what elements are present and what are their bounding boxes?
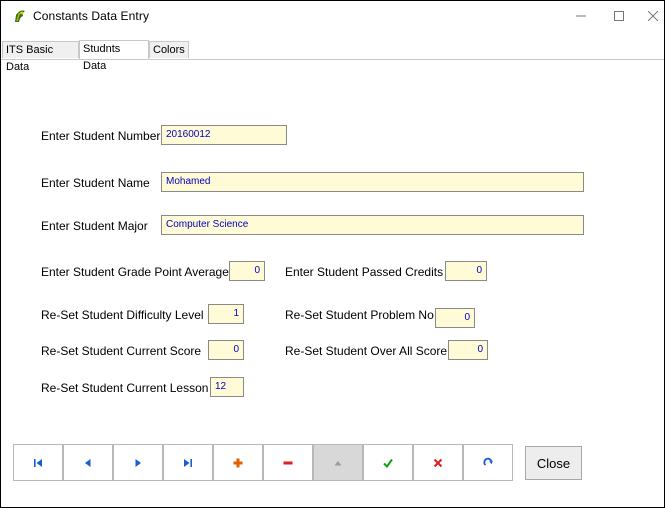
gpa-label: Enter Student Grade Point Average — [41, 265, 229, 279]
passed-credits-field[interactable]: 0 — [445, 261, 487, 281]
student-major-label: Enter Student Major — [41, 219, 148, 233]
student-name-label: Enter Student Name — [41, 176, 150, 190]
tab-studnts-data[interactable]: Studnts Data — [79, 40, 149, 72]
post-record-button[interactable] — [363, 444, 413, 481]
problem-no-label: Re-Set Student Problem No — [285, 308, 434, 322]
app-logo-icon — [15, 10, 25, 22]
minimize-icon — [576, 15, 586, 17]
student-name-field[interactable]: Mohamed — [161, 172, 584, 192]
current-lesson-label: Re-Set Student Current Lesson — [41, 381, 209, 395]
close-button[interactable]: Close — [525, 446, 582, 480]
overall-score-field[interactable]: 0 — [448, 340, 488, 360]
delete-minus-icon — [283, 461, 293, 464]
difficulty-level-label: Re-Set Student Difficulty Level — [41, 308, 204, 322]
window-title: Constants Data Entry — [33, 9, 150, 23]
close-icon — [648, 11, 658, 21]
student-number-field[interactable]: 20160012 — [161, 125, 287, 145]
overall-score-label: Re-Set Student Over All Score — [285, 344, 448, 358]
delete-record-button[interactable] — [263, 444, 313, 481]
tab-its-basic-data[interactable]: ITS Basic Data — [2, 41, 79, 73]
student-number-label: Enter Student Number — [41, 129, 161, 143]
edit-up-icon — [334, 460, 342, 465]
edit-record-button[interactable] — [313, 444, 363, 481]
prior-record-icon — [85, 458, 91, 467]
insert-record-button[interactable] — [213, 444, 263, 481]
close-window-button[interactable] — [639, 4, 665, 28]
maximize-icon — [614, 11, 624, 21]
current-lesson-field[interactable]: 12 — [210, 377, 244, 397]
refresh-button[interactable] — [463, 444, 513, 481]
passed-credits-label: Enter Student Passed Credits — [285, 265, 444, 279]
minimize-button[interactable] — [567, 4, 595, 28]
difficulty-level-field[interactable]: 1 — [208, 304, 244, 324]
current-score-label: Re-Set Student Current Score — [41, 344, 202, 358]
next-record-icon — [135, 458, 141, 467]
maximize-button[interactable] — [605, 4, 633, 28]
record-navigator — [13, 444, 513, 481]
refresh-icon — [482, 457, 493, 466]
app-window: Constants Data Entry ITS Basic Data Stud… — [0, 0, 665, 508]
current-score-field[interactable]: 0 — [208, 340, 244, 360]
tab-colors[interactable]: Colors — [149, 41, 189, 58]
cancel-x-icon — [433, 458, 443, 467]
title-bar: Constants Data Entry — [1, 1, 664, 31]
last-record-button[interactable] — [163, 444, 213, 481]
student-major-field[interactable]: Computer Science — [161, 215, 584, 235]
first-record-icon — [34, 458, 42, 467]
next-record-button[interactable] — [113, 444, 163, 481]
post-check-icon — [383, 458, 393, 468]
cancel-record-button[interactable] — [413, 444, 463, 481]
last-record-icon — [184, 458, 192, 467]
first-record-button[interactable] — [13, 444, 63, 481]
tab-strip: ITS Basic Data Studnts Data Colors — [1, 40, 664, 73]
gpa-field[interactable]: 0 — [229, 261, 265, 281]
insert-plus-icon — [233, 458, 243, 467]
problem-no-field[interactable]: 0 — [435, 308, 475, 328]
prior-record-button[interactable] — [63, 444, 113, 481]
